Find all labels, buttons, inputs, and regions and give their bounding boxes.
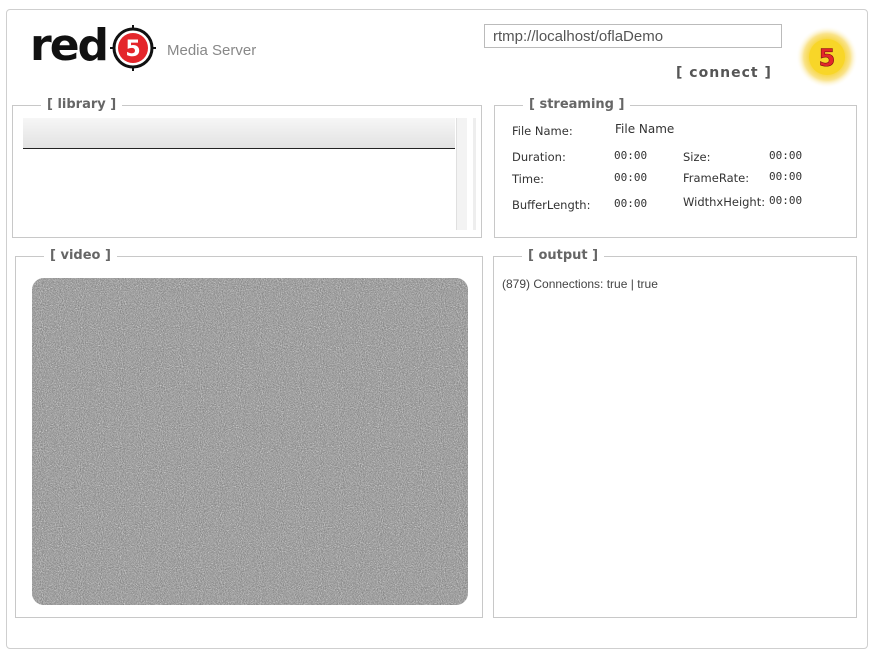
- video-panel: [ video ]: [15, 248, 483, 618]
- static-noise: [32, 278, 468, 605]
- widthheight-value: 00:00: [769, 194, 803, 207]
- size-value: 00:00: [769, 149, 803, 162]
- time-value: 00:00: [614, 171, 648, 184]
- library-list-header: [23, 118, 455, 149]
- file-name-value: File Name: [615, 122, 675, 136]
- library-scroll-track: [473, 118, 476, 230]
- crosshair-logo-icon: 5: [110, 25, 156, 71]
- output-title: [ output ]: [522, 248, 605, 264]
- duration-value: 00:00: [614, 149, 648, 162]
- widthheight-label: WidthxHeight:: [683, 195, 766, 209]
- badge-digit: 5: [819, 44, 836, 72]
- video-title: [ video ]: [44, 248, 117, 264]
- time-label: Time:: [512, 172, 545, 186]
- library-panel: [ library ]: [12, 97, 482, 238]
- output-panel: [ output ] (879) Connections: true | tru…: [493, 248, 857, 618]
- file-name-label: File Name:: [512, 124, 573, 138]
- logo-subtitle: Media Server: [167, 42, 257, 59]
- red5-badge-icon: 5: [796, 26, 858, 88]
- bufferlength-label: BufferLength:: [512, 198, 591, 212]
- server-url-input[interactable]: [484, 24, 782, 48]
- streaming-panel: [ streaming ] File Name: File Name Durat…: [494, 97, 857, 238]
- logo-wordmark: red: [30, 20, 109, 71]
- bufferlength-value: 00:00: [614, 197, 648, 210]
- size-label: Size:: [683, 150, 711, 164]
- framerate-value: 00:00: [769, 170, 803, 183]
- library-scrollbar[interactable]: [456, 118, 467, 230]
- framerate-label: FrameRate:: [683, 171, 750, 185]
- streaming-title: [ streaming ]: [523, 97, 631, 113]
- duration-label: Duration:: [512, 150, 566, 164]
- logo-digit: 5: [125, 37, 140, 62]
- output-line: (879) Connections: true | true: [502, 277, 658, 291]
- connect-button[interactable]: [ connect ]: [676, 65, 772, 81]
- video-display[interactable]: [32, 278, 468, 605]
- library-title: [ library ]: [41, 97, 123, 113]
